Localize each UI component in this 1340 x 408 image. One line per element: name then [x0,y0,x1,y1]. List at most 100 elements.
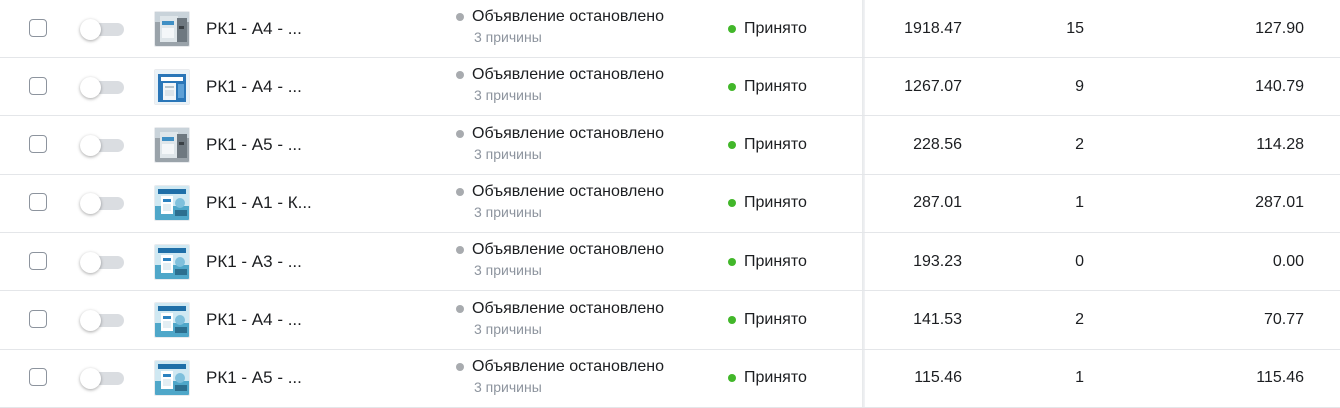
toggle-knob [80,310,101,331]
table-row[interactable]: РК1 - А4 - ... Объявление остановлено 3 … [0,292,1340,350]
amount-spent-cell: 1918.47 [904,19,962,37]
delivery-reason-link[interactable]: 3 причины [474,146,716,162]
amount-spent-cell: 115.46 [914,369,962,387]
toggle-knob [80,135,101,157]
status-dot-icon [728,141,736,150]
review-status: Принято [728,175,807,232]
review-status: Принято [728,58,807,115]
cost-per-result-cell: 114.28 [1256,136,1304,154]
review-status-label: Принято [744,194,807,212]
table-row[interactable]: РК1 - А5 - ... Объявление остановлено 3 … [0,350,1340,408]
delivery-status-label: Объявление остановлено [472,357,665,375]
results-cell: 15 [1066,19,1084,37]
ad-name-link[interactable]: РК1 - А4 - ... [206,58,302,115]
delivery-status: Объявление остановлено 3 причины [456,241,716,278]
ad-name-link[interactable]: РК1 - А3 - ... [206,233,302,290]
ad-name-link[interactable]: РК1 - А1 - К... [206,175,312,232]
row-checkbox[interactable] [29,193,47,212]
cost-per-result-cell: 140.79 [1255,77,1304,95]
status-dot-icon [728,257,736,266]
product-photo-teal-icon [154,302,190,338]
row-checkbox[interactable] [29,251,47,270]
row-checkbox[interactable] [29,135,47,154]
status-dot-icon [728,316,736,324]
status-dot-icon [456,362,464,371]
ad-toggle-switch[interactable] [80,368,124,390]
ad-name-link[interactable]: РК1 - А5 - ... [206,350,302,407]
delivery-status: Объявление остановлено 3 причины [456,8,716,45]
table-row[interactable]: РК1 - А4 - ... Объявление остановлено 3 … [0,0,1340,58]
delivery-status-label: Объявление остановлено [472,241,665,259]
review-status-label: Принято [744,311,807,328]
amount-spent-cell: 228.56 [913,136,962,154]
status-dot-icon [456,13,464,21]
status-dot-icon [456,304,464,313]
ad-toggle-switch[interactable] [80,193,124,215]
delivery-status: Объявление остановлено 3 причины [456,66,716,103]
review-status-label: Принято [744,369,807,387]
delivery-status-label: Объявление остановлено [472,8,665,25]
status-dot-icon [728,24,736,33]
status-dot-icon [728,199,736,208]
toggle-knob [80,18,101,40]
status-dot-icon [456,187,464,196]
review-status: Принято [728,0,807,57]
status-dot-icon [728,82,736,91]
delivery-status: Объявление остановлено 3 причины [456,125,716,162]
toggle-knob [80,251,101,273]
delivery-status-label: Объявление остановлено [472,124,665,142]
amount-spent-cell: 1267.07 [904,77,962,95]
status-dot-icon [456,246,464,255]
review-status-label: Принято [744,136,807,154]
review-status: Принято [728,350,807,407]
ad-name-link[interactable]: РК1 - А5 - ... [206,117,302,174]
delivery-reason-link[interactable]: 3 причины [474,29,716,45]
delivery-reason-link[interactable]: 3 причины [474,87,716,103]
cost-per-result-cell: 0.00 [1272,252,1304,270]
cost-per-result-cell: 127.90 [1255,19,1304,37]
status-dot-icon [456,71,464,80]
delivery-reason-link[interactable]: 3 причины [474,379,716,395]
review-status: Принято [728,117,807,174]
review-status: Принято [728,292,807,349]
row-checkbox[interactable] [29,368,47,387]
ad-toggle-switch[interactable] [80,18,124,40]
toggle-knob [80,368,101,390]
review-status-label: Принято [744,77,807,95]
table-row[interactable]: РК1 - А1 - К... Объявление остановлено 3… [0,175,1340,233]
ad-name-link[interactable]: РК1 - А4 - ... [206,292,302,349]
product-photo-teal-icon [154,360,190,397]
row-checkbox[interactable] [29,18,47,37]
amount-spent-cell: 193.23 [913,252,962,270]
row-checkbox[interactable] [29,76,47,95]
results-cell: 9 [1075,77,1084,95]
review-status: Принято [728,233,807,290]
ad-name-link[interactable]: РК1 - А4 - ... [206,0,302,57]
delivery-status: Объявление остановлено 3 причины [456,358,716,395]
ad-toggle-switch[interactable] [80,251,124,273]
table-row[interactable]: РК1 - А3 - ... Объявление остановлено 3 … [0,233,1340,292]
results-cell: 1 [1075,194,1084,212]
cost-per-result-cell: 287.01 [1255,194,1304,212]
cost-per-result-cell: 115.46 [1256,369,1304,387]
table-row[interactable]: РК1 - А5 - ... Объявление остановлено 3 … [0,117,1340,175]
ad-toggle-switch[interactable] [80,76,124,98]
table-row[interactable]: РК1 - А4 - ... Объявление остановлено 3 … [0,58,1340,117]
ad-toggle-switch[interactable] [80,135,124,157]
product-photo-gray-icon [154,10,190,47]
delivery-status-label: Объявление остановлено [472,66,665,84]
ad-toggle-switch[interactable] [80,310,124,331]
delivery-reason-link[interactable]: 3 причины [474,321,716,337]
toggle-knob [80,76,101,98]
results-cell: 1 [1075,369,1084,387]
status-dot-icon [728,374,736,383]
delivery-reason-link[interactable]: 3 причины [474,262,716,278]
product-photo-blue-box-icon [154,68,190,105]
delivery-reason-link[interactable]: 3 причины [474,204,716,220]
product-photo-teal-icon [154,243,190,280]
amount-spent-cell: 287.01 [913,194,962,212]
product-photo-teal-icon [154,185,190,222]
amount-spent-cell: 141.53 [913,311,962,328]
row-checkbox[interactable] [29,310,47,328]
product-photo-gray-icon [154,127,190,164]
